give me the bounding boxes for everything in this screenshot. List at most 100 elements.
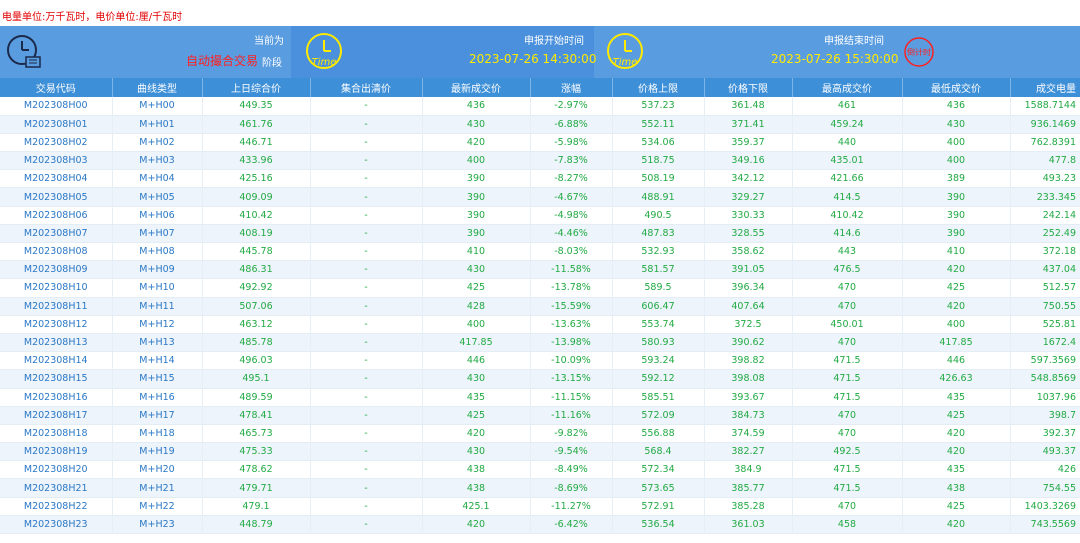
prev-composite-price-cell: 479.71 <box>202 478 311 498</box>
price-upper-limit-cell: 606.47 <box>612 297 705 316</box>
table-row[interactable]: M202308H15 M+H15 495.1-430 -13.15% 592.12 398… <box>0 369 1080 388</box>
trade-code-cell: M202308H22 <box>0 497 113 516</box>
table-row[interactable]: M202308H16 M+H16 489.59-435 -11.15% 585.51 39… <box>0 388 1080 407</box>
highest-price-cell: 421.66 <box>792 169 903 188</box>
highest-price-cell: 435.01 <box>792 151 903 170</box>
lowest-price-cell: 430 <box>902 115 1011 134</box>
countdown-icon: 倒计时 <box>902 36 936 68</box>
table-row[interactable]: M202308H23 M+H23 448.79-420 -6.42% 536.54 361… <box>0 515 1080 534</box>
clearing-price-cell: - <box>310 187 423 207</box>
col-header-lower-limit[interactable]: 价格下限 <box>704 78 793 97</box>
table-row[interactable]: M202308H08 M+H08 445.78-410 -8.03% 532.93 358… <box>0 242 1080 261</box>
lowest-price-cell: 426.63 <box>902 369 1011 388</box>
highest-price-cell: 471.5 <box>792 388 903 407</box>
price-upper-limit-cell: 589.5 <box>612 278 705 298</box>
col-header-latest-price[interactable]: 最新成交价 <box>422 78 531 97</box>
trade-code-cell: M202308H03 <box>0 151 113 170</box>
col-header-curve[interactable]: 曲线类型 <box>112 78 203 97</box>
latest-price-cell: 417.85 <box>422 333 531 352</box>
highest-price-cell: 461 <box>792 97 903 116</box>
table-row[interactable]: M202308H18 M+H18 465.73-420 -9.82% 556.88 374… <box>0 424 1080 443</box>
table-row[interactable]: M202308H00 M+H00 449.35-436 -2.97% 537.23 361… <box>0 97 1080 116</box>
col-header-prev-price[interactable]: 上日综合价 <box>202 78 311 97</box>
col-header-low-price[interactable]: 最低成交价 <box>902 78 1011 97</box>
highest-price-cell: 414.6 <box>792 224 903 243</box>
price-lower-limit-cell: 372.5 <box>704 315 793 334</box>
lowest-price-cell: 435 <box>902 460 1011 479</box>
table-row[interactable]: M202308H01 M+H01 461.76-430 -6.88% 552.11 371… <box>0 115 1080 134</box>
lowest-price-cell: 420 <box>902 442 1011 461</box>
table-row[interactable]: M202308H13 M+H13 485.78-417.85 -13.98% 580.9… <box>0 333 1080 352</box>
lowest-price-cell: 390 <box>902 224 1011 243</box>
table-row[interactable]: M202308H03 M+H03 433.96-400 -7.83% 518.75 349… <box>0 151 1080 170</box>
lowest-price-cell: 390 <box>902 187 1011 207</box>
col-header-clearing-price[interactable]: 集合出清价 <box>310 78 423 97</box>
table-row[interactable]: M202308H05 M+H05 409.09-390 -4.67% 488.91 329… <box>0 187 1080 207</box>
curve-type-cell: M+H22 <box>112 497 203 516</box>
trade-volume-cell: 493.23 <box>1010 169 1080 188</box>
col-header-code[interactable]: 交易代码 <box>0 78 113 97</box>
trade-code-cell: M202308H19 <box>0 442 113 461</box>
end-time-value: 2023-07-26 15:30:00 <box>771 52 899 66</box>
price-lower-limit-cell: 329.27 <box>704 187 793 207</box>
trade-code-cell: M202308H00 <box>0 97 113 116</box>
change-pct-cell: -4.67% <box>530 187 613 207</box>
table-row[interactable]: M202308H06 M+H06 410.42-390 -4.98% 490.5 330.… <box>0 206 1080 225</box>
table-row[interactable]: M202308H12 M+H12 463.12-400 -13.63% 553.74 37… <box>0 315 1080 334</box>
col-header-upper-limit[interactable]: 价格上限 <box>612 78 705 97</box>
trade-volume-cell: 426 <box>1010 460 1080 479</box>
table-row[interactable]: M202308H22 M+H22 479.1-425.1 -11.27% 572.91 3… <box>0 497 1080 516</box>
price-upper-limit-cell: 537.23 <box>612 97 705 116</box>
monitor-clock-icon <box>4 33 42 71</box>
trade-volume-cell: 525.81 <box>1010 315 1080 334</box>
latest-price-cell: 430 <box>422 260 531 279</box>
table-row[interactable]: M202308H04 M+H04 425.16-390 -8.27% 508.19 342… <box>0 169 1080 188</box>
clearing-price-cell: - <box>310 497 423 516</box>
trade-volume-cell: 750.55 <box>1010 297 1080 316</box>
lowest-price-cell: 438 <box>902 478 1011 498</box>
change-pct-cell: -8.69% <box>530 478 613 498</box>
trade-code-cell: M202308H23 <box>0 515 113 534</box>
table-row[interactable]: M202308H19 M+H19 475.33-430 -9.54% 568.4 382.… <box>0 442 1080 461</box>
trade-code-cell: M202308H13 <box>0 333 113 352</box>
table-row[interactable]: M202308H10 M+H10 492.92-425 -13.78% 589.5 396… <box>0 278 1080 298</box>
contract-quote-table: 交易代码 曲线类型 上日综合价 集合出清价 最新成交价 涨幅 价格上限 价格下限… <box>0 78 1080 534</box>
highest-price-cell: 410.42 <box>792 206 903 225</box>
change-pct-cell: -5.98% <box>530 133 613 152</box>
table-row[interactable]: M202308H09 M+H09 486.31-430 -11.58% 581.57 39… <box>0 260 1080 279</box>
highest-price-cell: 470 <box>792 297 903 316</box>
lowest-price-cell: 417.85 <box>902 333 1011 352</box>
table-row[interactable]: M202308H02 M+H02 446.71-420 -5.98% 534.06 359… <box>0 133 1080 152</box>
trade-volume-cell: 1588.7144 <box>1010 97 1080 116</box>
table-row[interactable]: M202308H21 M+H21 479.71-438 -8.69% 573.65 385… <box>0 478 1080 498</box>
clearing-price-cell: - <box>310 242 423 261</box>
change-pct-cell: -7.83% <box>530 151 613 170</box>
clearing-price-cell: - <box>310 442 423 461</box>
price-lower-limit-cell: 361.48 <box>704 97 793 116</box>
change-pct-cell: -13.78% <box>530 278 613 298</box>
price-upper-limit-cell: 580.93 <box>612 333 705 352</box>
latest-price-cell: 420 <box>422 424 531 443</box>
table-row[interactable]: M202308H07 M+H07 408.19-390 -4.46% 487.83 328… <box>0 224 1080 243</box>
table-row[interactable]: M202308H14 M+H14 496.03-446 -10.09% 593.24 39… <box>0 351 1080 370</box>
trade-code-cell: M202308H04 <box>0 169 113 188</box>
col-header-high-price[interactable]: 最高成交价 <box>792 78 903 97</box>
price-lower-limit-cell: 330.33 <box>704 206 793 225</box>
prev-composite-price-cell: 449.35 <box>202 97 311 116</box>
table-row[interactable]: M202308H11 M+H11 507.06-428 -15.59% 606.47 40… <box>0 297 1080 316</box>
trade-volume-cell: 743.5569 <box>1010 515 1080 534</box>
col-header-volume[interactable]: 成交电量 <box>1010 78 1080 97</box>
table-row[interactable]: M202308H17 M+H17 478.41-425 -11.16% 572.09 38… <box>0 406 1080 425</box>
col-header-change[interactable]: 涨幅 <box>530 78 613 97</box>
trade-code-cell: M202308H07 <box>0 224 113 243</box>
prev-composite-price-cell: 410.42 <box>202 206 311 225</box>
time-icon-text: Time <box>613 57 638 68</box>
trade-volume-cell: 548.8569 <box>1010 369 1080 388</box>
price-upper-limit-cell: 573.65 <box>612 478 705 498</box>
trade-volume-cell: 754.55 <box>1010 478 1080 498</box>
curve-type-cell: M+H16 <box>112 388 203 407</box>
highest-price-cell: 471.5 <box>792 351 903 370</box>
clearing-price-cell: - <box>310 297 423 316</box>
lowest-price-cell: 420 <box>902 515 1011 534</box>
table-row[interactable]: M202308H20 M+H20 478.62-438 -8.49% 572.34 384… <box>0 460 1080 479</box>
